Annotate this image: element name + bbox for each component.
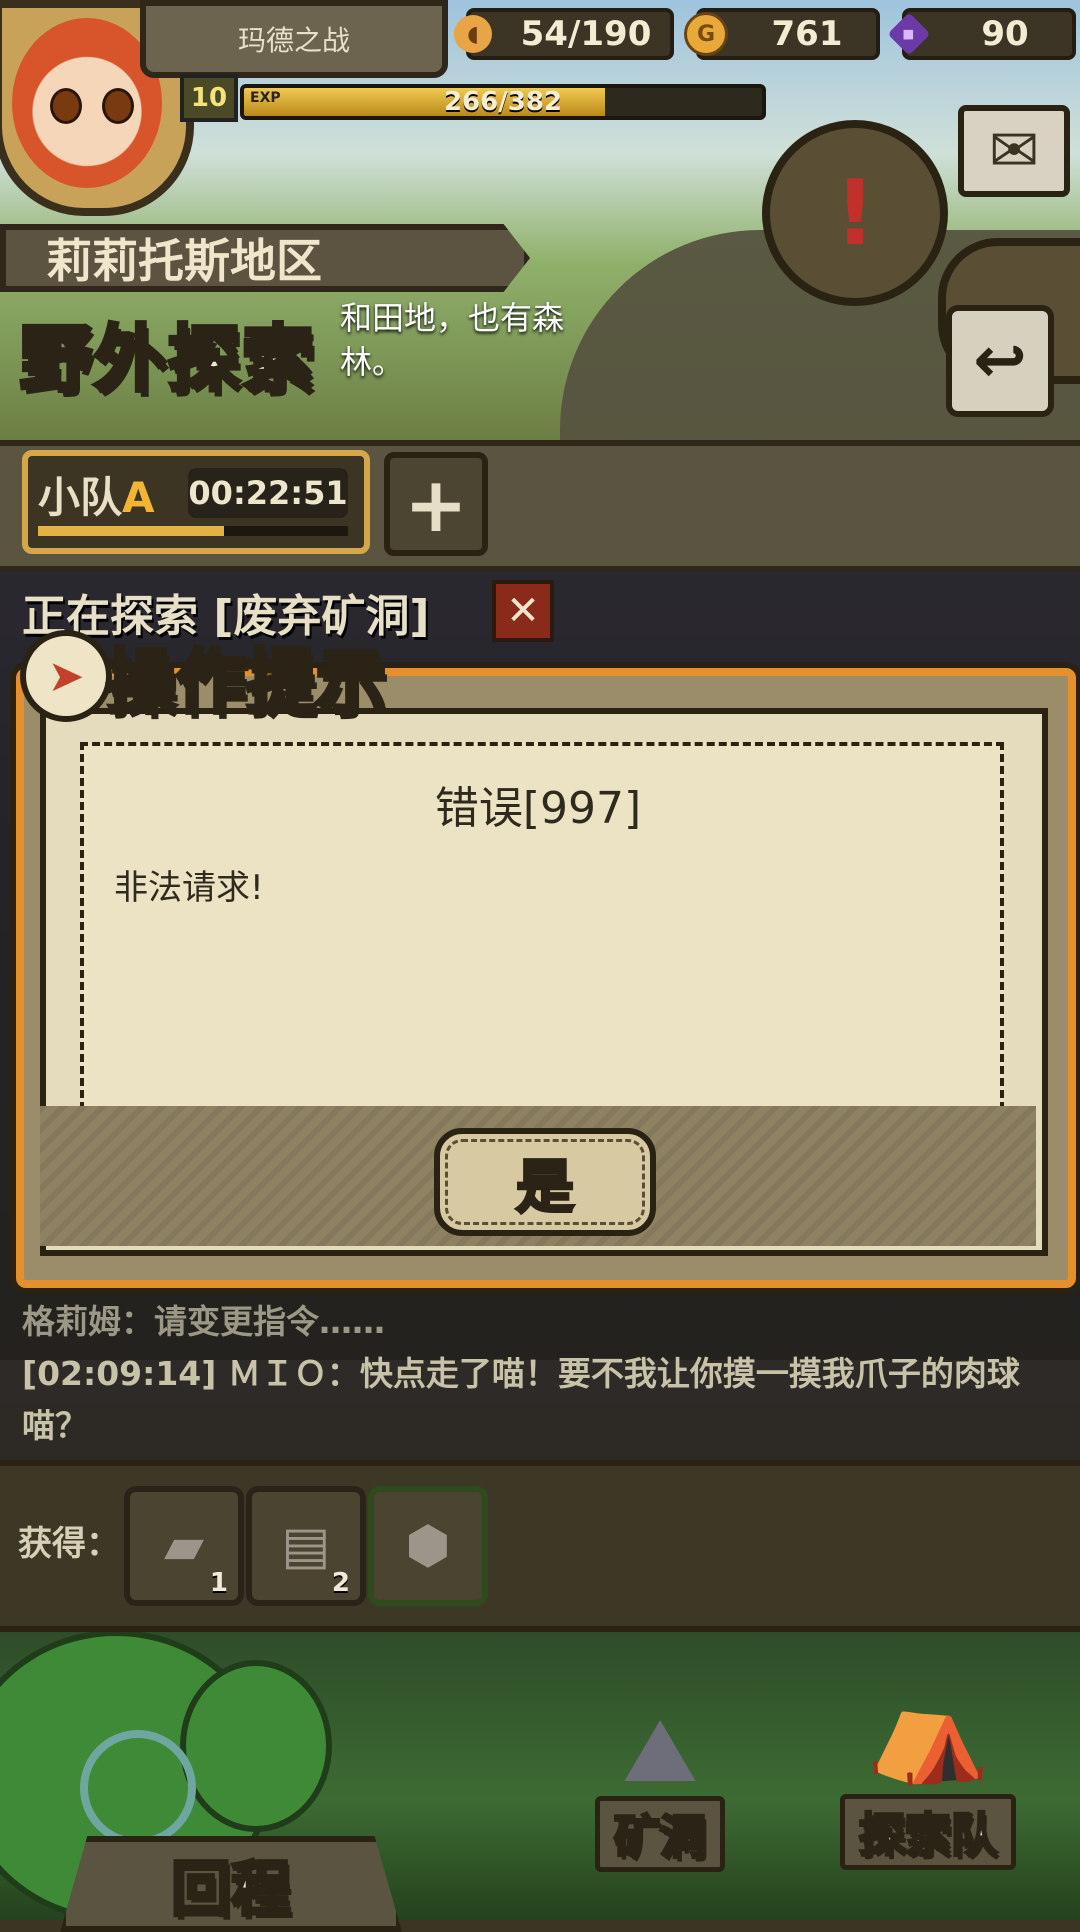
ore-cart-icon: ⛰ (622, 1698, 698, 1803)
reward-slot[interactable]: ▰ 1 (124, 1486, 244, 1606)
mine-button[interactable]: ⛰ 矿洞 (560, 1698, 760, 1872)
mine-label: 矿洞 (595, 1796, 725, 1872)
gold-coin-icon: G (684, 12, 728, 56)
return-arrow-icon: ↩ (973, 324, 1027, 398)
dialog-heading: 错误[997] (434, 783, 642, 834)
confirm-button[interactable]: 是 (434, 1128, 656, 1236)
event-log: 格莉姆：请变更指令…… [02:09:14] ＭＩＯ：快点走了喵！要不我让你摸一… (22, 1296, 1052, 1452)
error-dialog: 错误[997] 非法请求! 是 (16, 668, 1076, 1288)
quest-scroll-button[interactable]: ! (762, 120, 948, 306)
squad-progress-fill (38, 526, 224, 536)
squad-progress-bar (38, 526, 348, 536)
reward-count: 2 (331, 1568, 350, 1598)
dialog-title-bar: ➤ 操作提示 (20, 630, 388, 725)
tree-decoration (180, 1660, 332, 1832)
dialog-title: 操作提示 (104, 639, 388, 725)
back-button[interactable]: ↩ (946, 305, 1054, 417)
gold-value: 761 (771, 14, 843, 54)
cancel-explore-button[interactable]: ✕ (492, 580, 554, 642)
tab-squad-a[interactable]: 小队A 00:22:51 (22, 450, 370, 554)
return-trip-label: 回程 (170, 1853, 293, 1926)
rewards-label: 获得： (18, 1524, 120, 1564)
exp-bar: EXP 266/382 (240, 84, 766, 120)
swirl-icon (80, 1730, 196, 1846)
gem-value: 90 (981, 14, 1029, 54)
return-trip-button[interactable]: 回程 (60, 1836, 402, 1932)
squad-timer: 00:22:51 (188, 468, 348, 518)
add-squad-button[interactable]: + (384, 452, 488, 556)
level-badge: 10 (180, 74, 238, 122)
squad-label: 小队 (38, 473, 123, 522)
quest-scroll-icon: ! (834, 160, 876, 266)
log-line: 格莉姆：请变更指令…… (22, 1302, 385, 1341)
bread-icon: ◖ (454, 15, 492, 53)
plus-icon: + (404, 459, 468, 549)
ore-rock-icon: ⬢ (405, 1516, 451, 1576)
bread-value: 54/190 (520, 14, 652, 54)
arrow-badge-icon: ➤ (20, 630, 112, 722)
mode-title: 野外探索 (18, 315, 317, 403)
exp-value: 266/382 (443, 87, 563, 117)
gem-counter[interactable]: ◆ 90 (887, 8, 1076, 60)
reward-slot[interactable]: ▤ 2 (246, 1486, 366, 1606)
squad-name: 小队A (38, 464, 155, 525)
stone-tablet-icon: ▰ (164, 1516, 204, 1576)
avatar-eye (50, 88, 82, 124)
region-description: 和田地，也有森林。 (340, 299, 565, 381)
region-banner: 莉莉托斯地区 (0, 224, 530, 292)
player-name: 玛德之战 (140, 0, 448, 78)
tent-flag-icon: ⛺ (865, 1671, 991, 1788)
gold-counter[interactable]: G 761 (684, 8, 880, 60)
log-line: [02:09:14] ＭＩＯ：快点走了喵！要不我让你摸一摸我爪子的肉球喵？ (22, 1354, 1020, 1445)
squad-letter: A (122, 473, 155, 522)
reward-slot[interactable]: ⬢ (368, 1486, 488, 1606)
mail-button[interactable]: ✉ (958, 105, 1070, 197)
close-icon: ✕ (506, 588, 540, 634)
envelope-icon: ✉ (988, 116, 1040, 186)
explore-team-button[interactable]: ⛺ 探索队 (818, 1680, 1038, 1870)
explore-team-label: 探索队 (840, 1794, 1016, 1870)
reward-count: 1 (209, 1568, 228, 1598)
avatar-eye (102, 88, 134, 124)
treasure-chest-icon: ▤ (281, 1516, 331, 1576)
dialog-message: 非法请求! (114, 868, 264, 908)
bread-counter[interactable]: ◖ 54/190 (454, 8, 674, 60)
